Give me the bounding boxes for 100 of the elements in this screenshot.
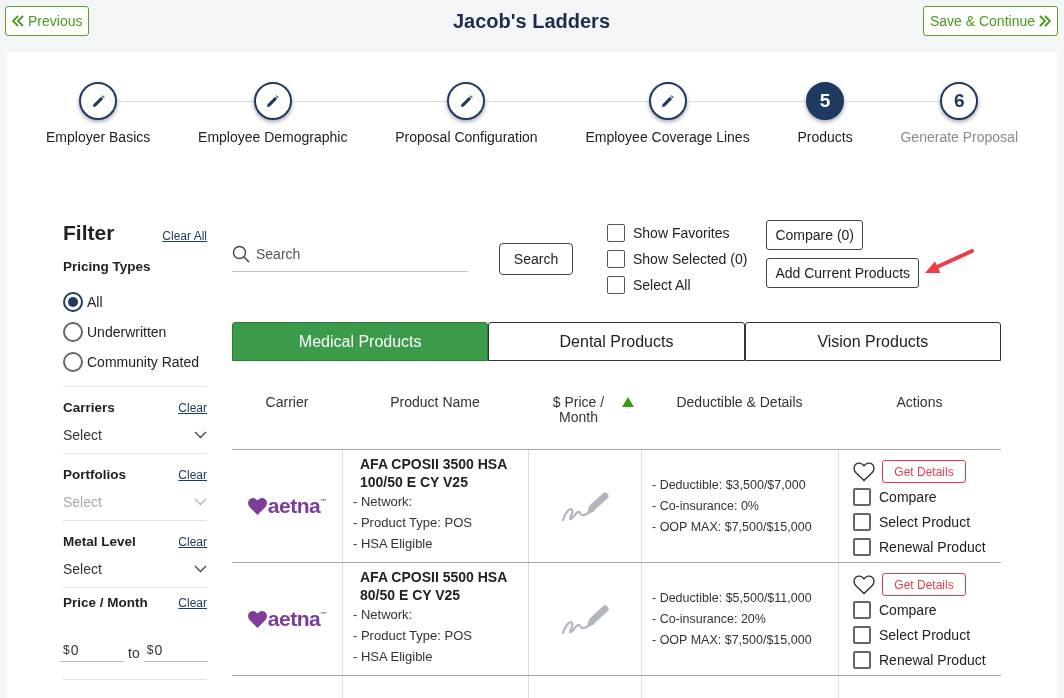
checkbox-label[interactable]: Compare (879, 601, 937, 618)
column-header[interactable]: Product Name (390, 395, 480, 410)
step-circle[interactable] (253, 82, 292, 120)
checkbox-label[interactable]: Select Product (879, 626, 971, 643)
step-circle[interactable] (648, 82, 687, 120)
step-label[interactable]: Products (797, 129, 853, 145)
search-field[interactable]: Search (256, 241, 468, 266)
product-name: AFA CPOSII 5500 HSA 80/50 E CY V25 (359, 568, 508, 604)
double-chevron-left-icon (12, 15, 24, 27)
checkbox[interactable] (853, 487, 871, 506)
checkbox-label[interactable]: Show Favorites (633, 225, 730, 241)
add-current-products-button[interactable]: Add Current Products (766, 258, 920, 288)
select-dropdown[interactable]: Select (63, 560, 207, 578)
deductible-detail: - OOP MAX: $7,500/$15,000 (652, 631, 813, 649)
deductible-detail: - OOP MAX: $7,500/$15,000 (652, 518, 813, 536)
heart-outline-icon[interactable] (853, 461, 875, 482)
deductible-detail: - Co-insurance: 0% (652, 497, 760, 515)
radio-button[interactable] (63, 322, 83, 342)
signature-pen-icon (560, 489, 610, 523)
radio-label[interactable]: All (87, 294, 103, 310)
deductible-detail: - Deductible: $5,500/$11,000 (652, 589, 813, 607)
tab[interactable]: Dental Products (488, 322, 745, 361)
checkbox[interactable] (853, 625, 871, 644)
double-chevron-right-icon (1039, 15, 1051, 27)
column-header[interactable]: Deductible & Details (676, 395, 803, 410)
step-circle[interactable] (79, 82, 118, 120)
heart-outline-icon[interactable] (853, 574, 875, 595)
price-field[interactable]: $0 (60, 638, 124, 662)
pencil-icon (661, 94, 675, 108)
clear-link[interactable]: Clear (178, 596, 207, 610)
step-label[interactable]: Employer Basics (46, 129, 151, 145)
heart-icon (247, 610, 267, 628)
checkbox-label[interactable]: Select All (633, 277, 691, 293)
checkbox-label[interactable]: Compare (879, 488, 937, 505)
heart-icon (247, 497, 267, 515)
clear-link[interactable]: Clear (178, 535, 207, 549)
product-detail: - Product Type: POS (353, 514, 473, 532)
signature-pen-icon (560, 602, 610, 636)
step-label[interactable]: Employee Coverage Lines (585, 129, 750, 145)
chevron-down-icon (194, 498, 207, 506)
checkbox[interactable] (853, 537, 871, 556)
filter-title: Filter (63, 220, 115, 246)
column-header[interactable]: Actions (896, 395, 943, 410)
search-icon (232, 244, 250, 263)
product-detail: - Network: (353, 606, 414, 624)
radio-button[interactable] (63, 352, 83, 372)
column-header[interactable]: $ Price / Month (545, 395, 612, 425)
section-label: Metal Level (63, 534, 136, 549)
section-label: Carriers (63, 400, 115, 415)
radio-label[interactable]: Community Rated (87, 354, 200, 370)
carrier-logo-text: aetna$^{™}$ (267, 607, 327, 631)
step-circle[interactable]: 6 (940, 82, 979, 120)
range-separator: to (128, 644, 140, 662)
search-button[interactable]: Search (499, 243, 573, 275)
step-label[interactable]: Generate Proposal (900, 129, 1018, 145)
chevron-down-icon (194, 565, 207, 573)
checkbox[interactable] (853, 600, 871, 619)
pencil-icon (459, 94, 473, 108)
page-title: Jacob's Ladders (452, 9, 610, 33)
tab[interactable]: Medical Products (232, 322, 489, 361)
step-circle[interactable]: 5 (806, 82, 845, 120)
clear-link[interactable]: Clear (178, 401, 207, 415)
section-label: Portfolios (63, 467, 126, 482)
step-label[interactable]: Employee Demographic (198, 129, 348, 145)
section-label: Pricing Types (63, 258, 152, 276)
tab[interactable]: Vision Products (744, 322, 1001, 361)
checkbox[interactable] (853, 650, 871, 669)
checkbox-label[interactable]: Renewal Product (879, 651, 986, 668)
checkbox-label[interactable]: Renewal Product (879, 538, 986, 555)
radio-label[interactable]: Underwritten (87, 324, 167, 340)
step-circle[interactable] (447, 82, 486, 120)
compare-button[interactable]: Compare (0) (766, 220, 863, 250)
step-label[interactable]: Proposal Configuration (395, 129, 538, 145)
product-detail: - Product Type: POS (353, 627, 473, 645)
save-continue-button[interactable]: Save & Continue (922, 6, 1058, 36)
checkbox[interactable] (607, 224, 625, 242)
pencil-icon (266, 94, 280, 108)
deductible-detail: - Co-insurance: 20% (652, 610, 767, 628)
chevron-down-icon (194, 431, 207, 439)
clear-all-link[interactable]: Clear All (162, 229, 207, 243)
product-detail: - HSA Eligible (353, 648, 434, 666)
price-field[interactable]: $0 (143, 638, 208, 662)
column-header[interactable]: Carrier (265, 395, 309, 410)
checkbox-label[interactable]: Select Product (879, 513, 971, 530)
checkbox[interactable] (607, 250, 625, 268)
checkbox-label[interactable]: Show Selected (0) (633, 251, 748, 267)
get-details-button[interactable]: Get Details (882, 460, 966, 483)
carrier-logo-text: aetna$^{™}$ (267, 494, 327, 518)
product-detail: - Network: (353, 493, 414, 511)
previous-button[interactable]: Previous (5, 6, 90, 36)
pencil-icon (91, 94, 105, 108)
select-dropdown[interactable]: Select (63, 426, 207, 444)
checkbox[interactable] (607, 276, 625, 294)
get-details-button[interactable]: Get Details (882, 573, 966, 596)
product-detail: - HSA Eligible (353, 535, 434, 553)
checkbox[interactable] (853, 512, 871, 531)
section-label: Price / Month (63, 595, 148, 610)
deductible-detail: - Deductible: $3,500/$7,000 (652, 476, 807, 494)
product-name: AFA CPOSII 3500 HSA 100/50 E CY V25 (359, 455, 508, 491)
radio-button[interactable] (63, 292, 83, 312)
